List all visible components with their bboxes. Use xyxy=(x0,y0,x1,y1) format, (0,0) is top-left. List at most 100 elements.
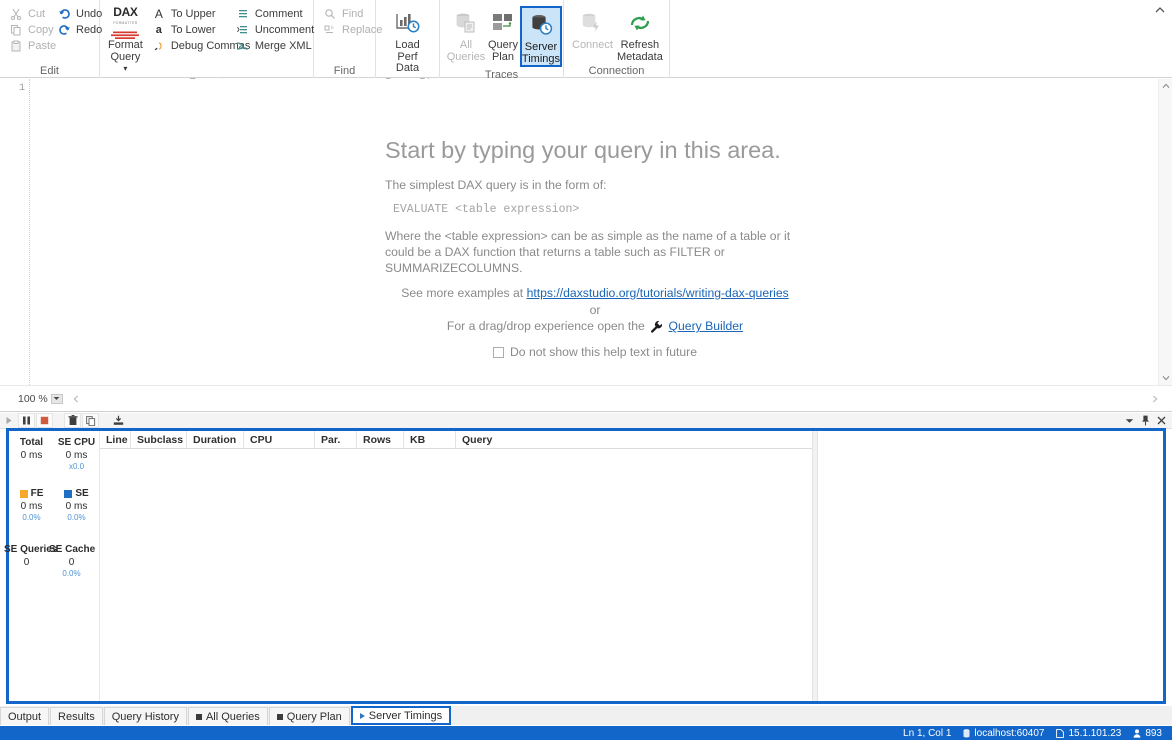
copy-label: Copy xyxy=(28,24,54,36)
metric-se-queries-value: 0 xyxy=(23,557,30,568)
status-server[interactable]: localhost:60407 xyxy=(963,728,1044,739)
panel-pin-button[interactable] xyxy=(1141,415,1150,426)
lowercase-a-icon: a xyxy=(155,24,162,36)
status-bar: Ln 1, Col 1 localhost:60407 15.1.101.23 … xyxy=(0,726,1172,740)
document-icon xyxy=(1056,728,1065,738)
load-perf-data-label-1: Load Perf xyxy=(395,39,420,63)
ribbon-collapse-icon[interactable] xyxy=(1154,4,1166,16)
editor-text-area[interactable]: Start by typing your query in this area.… xyxy=(31,79,1158,385)
export-button[interactable] xyxy=(110,413,127,428)
debug-commas-button[interactable]: Debug Commas xyxy=(149,38,250,54)
scroll-up-icon[interactable] xyxy=(1159,79,1172,93)
timings-grid-header: Line Subclass Duration CPU Par. Rows KB … xyxy=(100,431,812,449)
version-label: 15.1.101.23 xyxy=(1068,727,1122,739)
column-header-par[interactable]: Par. xyxy=(315,431,357,448)
metric-se-cache-sub: 0.0% xyxy=(62,569,81,578)
connect-icon xyxy=(579,8,605,38)
tab-query-history-label: Query History xyxy=(111,710,179,723)
status-cursor-position: Ln 1, Col 1 xyxy=(903,728,951,739)
merge-xml-button[interactable]: Merge XML xyxy=(233,38,315,54)
server-timings-button[interactable]: Server Timings xyxy=(519,6,562,67)
load-perf-data-button[interactable]: Load Perf Data xyxy=(382,6,433,75)
metric-se-cpu-value: 0 ms xyxy=(65,450,88,461)
column-header-duration[interactable]: Duration xyxy=(187,431,244,448)
database-icon xyxy=(963,728,970,738)
metric-se-cache-title: SE Cache xyxy=(49,544,96,555)
replace-button[interactable]: b Replace xyxy=(320,22,382,38)
tab-query-plan[interactable]: Query Plan xyxy=(268,707,350,725)
tab-results[interactable]: Results xyxy=(50,707,103,725)
editor-vertical-scrollbar[interactable] xyxy=(1158,79,1172,385)
help-line-1: The simplest DAX query is in the form of… xyxy=(385,178,607,192)
uncomment-button[interactable]: Uncomment xyxy=(233,22,315,38)
timings-grid: Line Subclass Duration CPU Par. Rows KB … xyxy=(100,431,812,701)
scroll-down-icon[interactable] xyxy=(1159,371,1172,385)
tab-all-queries[interactable]: All Queries xyxy=(187,707,268,725)
help-line-2: Where the <table expression> can be as s… xyxy=(385,229,791,275)
query-plan-button[interactable]: Query Plan xyxy=(486,6,520,63)
to-lower-button[interactable]: a To Lower xyxy=(149,22,233,38)
tab-server-timings[interactable]: Server Timings xyxy=(350,706,452,725)
zoom-control[interactable]: 100 % xyxy=(18,393,63,405)
column-header-cpu[interactable]: CPU xyxy=(244,431,315,448)
format-query-dropdown-icon[interactable]: ▾ xyxy=(123,64,127,73)
panel-menu-button[interactable] xyxy=(1125,418,1134,424)
find-button[interactable]: Find xyxy=(320,6,376,22)
editor-help-text: Start by typing your query in this area.… xyxy=(385,137,805,360)
paste-button[interactable]: Paste xyxy=(6,38,56,54)
comment-button[interactable]: Comment xyxy=(233,6,315,22)
copy-all-button[interactable] xyxy=(82,413,99,428)
query-builder-link[interactable]: Query Builder xyxy=(669,319,744,333)
hscroll-left-icon[interactable] xyxy=(73,395,79,403)
uppercase-a-icon: A xyxy=(154,7,163,21)
to-upper-button[interactable]: A To Upper xyxy=(149,6,233,22)
column-header-subclass[interactable]: Subclass xyxy=(131,431,187,448)
column-header-kb[interactable]: KB xyxy=(404,431,456,448)
metric-total-value: 0 ms xyxy=(20,450,43,461)
undo-button[interactable]: Undo xyxy=(54,6,102,22)
hide-help-label: Do not show this help text in future xyxy=(510,345,697,359)
metric-fe-sub: 0.0% xyxy=(22,513,41,522)
zoom-dropdown-icon[interactable] xyxy=(50,393,63,404)
metric-fe-value: 0 ms xyxy=(20,501,43,512)
tab-server-timings-label: Server Timings xyxy=(368,709,443,722)
run-trace-button[interactable] xyxy=(0,413,17,428)
ribbon: Cut Copy Paste Undo Redo Edit DAX FORMAT… xyxy=(0,0,1172,89)
column-header-query[interactable]: Query xyxy=(456,431,812,448)
pause-trace-button[interactable] xyxy=(18,413,35,428)
column-header-rows[interactable]: Rows xyxy=(357,431,404,448)
tab-output[interactable]: Output xyxy=(0,707,50,725)
dax-studio-window: Cut Copy Paste Undo Redo Edit DAX FORMAT… xyxy=(0,0,1172,740)
ribbon-group-label-connection: Connection xyxy=(588,65,645,77)
ribbon-group-find: Find b Replace Find xyxy=(314,0,382,78)
cut-button[interactable]: Cut xyxy=(6,6,54,22)
refresh-metadata-icon xyxy=(627,8,653,38)
help-or: or xyxy=(589,303,601,317)
clear-trace-button[interactable] xyxy=(64,413,81,428)
copy-button[interactable]: Copy xyxy=(6,22,54,38)
ribbon-group-powerbi: Load Perf Data Power BI xyxy=(376,0,440,89)
tab-query-history[interactable]: Query History xyxy=(103,707,187,725)
play-icon xyxy=(359,712,365,719)
format-query-button[interactable]: DAX FORMATTER Format Query ▾ xyxy=(106,6,145,75)
metric-se-value: 0 ms xyxy=(65,501,88,512)
stop-trace-button[interactable] xyxy=(36,413,53,428)
column-header-line[interactable]: Line xyxy=(100,431,131,448)
wrench-icon xyxy=(650,320,663,333)
timings-detail-pane[interactable] xyxy=(818,431,1163,701)
metric-se-title: SE xyxy=(75,488,89,499)
all-queries-button[interactable]: All Queries xyxy=(446,6,486,63)
find-label: Find xyxy=(342,8,364,20)
redo-button[interactable]: Redo xyxy=(54,22,102,38)
hscroll-right-icon[interactable] xyxy=(1152,395,1158,403)
daxstudio-tutorial-link[interactable]: https://daxstudio.org/tutorials/writing-… xyxy=(527,286,789,300)
panel-close-button[interactable] xyxy=(1157,416,1166,425)
refresh-metadata-button[interactable]: Refresh Metadata xyxy=(615,6,665,63)
hide-help-checkbox[interactable] xyxy=(493,346,504,358)
magnifier-icon xyxy=(323,7,337,21)
server-timings-panel: Total 0 ms SE CPU 0 ms x0.0 FE 0 ms 0.0%… xyxy=(4,428,1166,704)
timings-grid-body[interactable] xyxy=(100,449,812,701)
editor-status-strip: 100 % xyxy=(0,385,1172,411)
paste-icon xyxy=(9,39,23,53)
connect-button[interactable]: Connect xyxy=(570,6,615,52)
